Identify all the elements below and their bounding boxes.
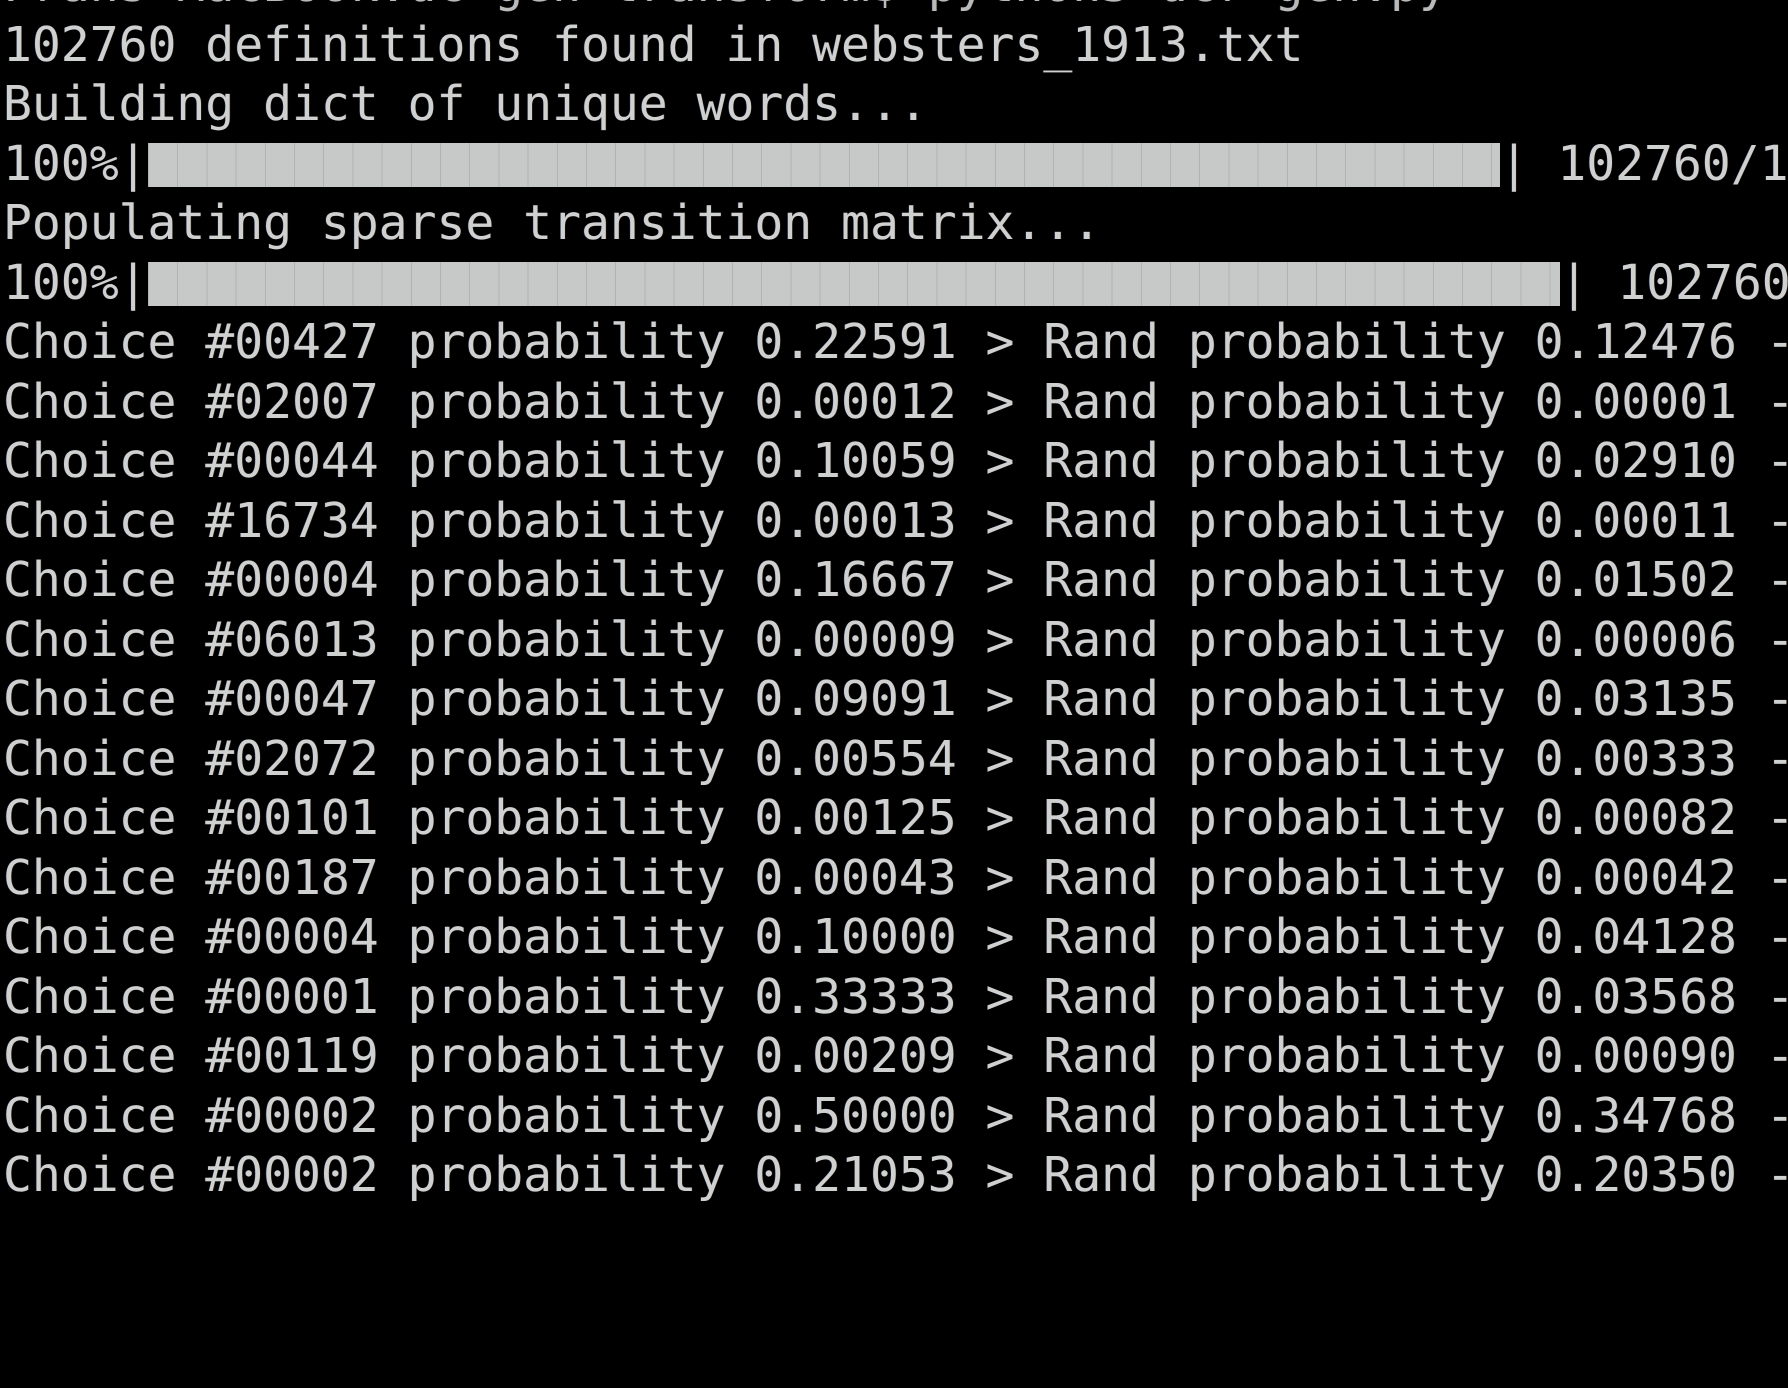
progress-bar-row-1: 100% | | 102760/10: [0, 135, 1788, 195]
choice-output-line: Choice #02072 probability 0.00554 > Rand…: [3, 730, 1788, 787]
choice-output-line: Choice #00187 probability 0.00043 > Rand…: [3, 849, 1788, 906]
progress-percent-label-2: 100%: [3, 254, 119, 311]
choice-output-line: Choice #00044 probability 0.10059 > Rand…: [3, 433, 1788, 489]
terminal-output-buffer: Frans-MacBook:dc-gen-transform$ python3 …: [0, 0, 1788, 1206]
progress-bar-row-2: 100% | | 102760/: [0, 254, 1788, 314]
progress-close-pipe-2: |: [1559, 254, 1589, 311]
choice-output-list: Choice #00427 probability 0.22591 > Rand…: [0, 313, 1788, 1206]
progress-counter-1: 102760/10: [1557, 135, 1788, 192]
choice-output-line: Choice #00001 probability 0.33333 > Rand…: [3, 968, 1788, 1025]
output-line-populating-matrix: Populating sparse transition matrix...: [3, 195, 1102, 251]
choice-output-line: Choice #02007 probability 0.00012 > Rand…: [3, 373, 1788, 430]
progress-bar-track-1: [147, 142, 1500, 187]
output-line-definitions-found: 102760 definitions found in websters_191…: [3, 16, 1304, 73]
progress-bar-track-2: [147, 261, 1560, 306]
choice-output-line: Choice #00004 probability 0.10000 > Rand…: [3, 909, 1788, 965]
choice-output-line: Choice #00119 probability 0.00209 > Rand…: [3, 1028, 1788, 1084]
progress-close-pipe-1: |: [1499, 135, 1529, 192]
terminal-window[interactable]: Frans-MacBook:dc-gen-transform$ python3 …: [0, 0, 1788, 1388]
choice-output-line: Choice #00427 probability 0.22591 > Rand…: [3, 314, 1788, 370]
progress-open-pipe-1: |: [118, 135, 148, 192]
progress-counter-2: 102760/: [1617, 254, 1788, 311]
choice-output-line: Choice #00002 probability 0.21053 > Rand…: [3, 1147, 1788, 1203]
progress-percent-label-1: 100%: [3, 135, 119, 192]
choice-output-line: Choice #00002 probability 0.50000 > Rand…: [3, 1087, 1788, 1144]
output-line-building-dict: Building dict of unique words...: [3, 76, 928, 132]
choice-output-line: Choice #00047 probability 0.09091 > Rand…: [3, 671, 1788, 727]
choice-output-line: Choice #00004 probability 0.16667 > Rand…: [3, 552, 1788, 608]
choice-output-line: Choice #06013 probability 0.00009 > Rand…: [3, 611, 1788, 668]
shell-prompt-line: Frans-MacBook:dc-gen-transform$ python3 …: [0, 0, 1788, 16]
progress-open-pipe-2: |: [118, 254, 148, 311]
choice-output-line: Choice #00101 probability 0.00125 > Rand…: [3, 790, 1788, 846]
choice-output-line: Choice #16734 probability 0.00013 > Rand…: [3, 492, 1788, 549]
